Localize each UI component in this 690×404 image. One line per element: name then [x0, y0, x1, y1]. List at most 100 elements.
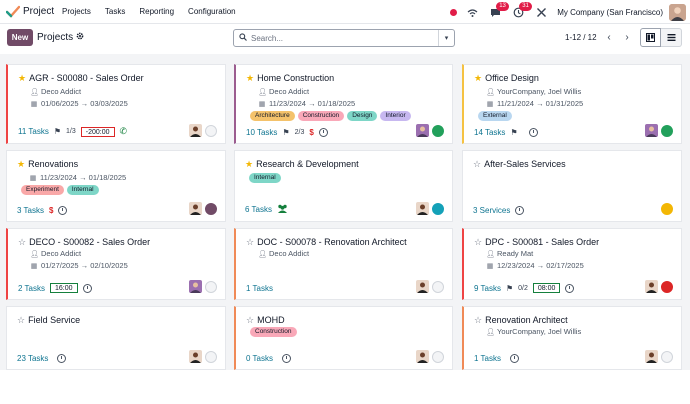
project-title: After-Sales Services — [484, 159, 566, 169]
activity-counter-badge: 31 — [519, 2, 532, 11]
company-switcher[interactable]: My Company (San Francisco) — [557, 8, 663, 17]
clock-icon[interactable] — [58, 206, 68, 215]
project-manager-avatar[interactable] — [189, 124, 202, 137]
favorite-star-icon[interactable]: ☆ — [17, 315, 25, 325]
project-manager-avatar[interactable] — [189, 350, 202, 363]
tasks-link[interactable]: 1 Tasks — [474, 354, 501, 363]
customer-icon: 👤︎ — [486, 250, 495, 258]
tasks-link[interactable]: 1 Tasks — [246, 284, 273, 293]
project-manager-avatar[interactable] — [645, 124, 658, 137]
tasks-link[interactable]: 9 Tasks — [474, 284, 501, 293]
favorite-star-icon[interactable]: ☆ — [474, 315, 482, 325]
favorite-star-icon[interactable]: ☆ — [474, 237, 482, 247]
project-status-indicator[interactable] — [205, 280, 217, 293]
project-card[interactable]: ★ Renovations ▦ 11/23/2024 → 01/18/2025 Ex… — [6, 150, 226, 222]
project-card[interactable]: ☆ DPC - S00081 - Sales Order 👤︎ Ready Mat … — [462, 228, 682, 300]
clock-icon[interactable] — [515, 206, 525, 215]
project-app-icon[interactable] — [6, 5, 20, 19]
project-card[interactable]: ☆ Renovation Architect 👤︎ YourCompany, Joe… — [462, 306, 682, 370]
dollar-icon[interactable]: $ — [309, 128, 313, 137]
clock-icon[interactable] — [82, 283, 92, 293]
favorite-star-icon[interactable]: ☆ — [246, 315, 254, 325]
voip-icon[interactable] — [465, 5, 479, 19]
search-icon — [239, 33, 247, 43]
user-avatar[interactable] — [669, 3, 686, 21]
tasks-link[interactable]: 3 Tasks — [17, 206, 44, 215]
menu-item-projects[interactable]: Projects — [62, 7, 91, 16]
favorite-star-icon[interactable]: ☆ — [246, 237, 254, 247]
tasks-link[interactable]: 14 Tasks — [474, 128, 505, 137]
favorite-star-icon[interactable]: ★ — [474, 73, 482, 83]
clock-icon[interactable] — [57, 354, 67, 363]
dollar-icon[interactable]: $ — [49, 206, 53, 215]
search-options-toggle[interactable]: ▾ — [438, 30, 454, 46]
tasks-link[interactable]: 11 Tasks — [18, 127, 49, 136]
project-status-indicator[interactable] — [661, 203, 673, 215]
menu-item-tasks[interactable]: Tasks — [105, 7, 125, 16]
project-status-indicator[interactable] — [661, 124, 673, 137]
customer-icon: 👤︎ — [258, 88, 267, 96]
clock-icon[interactable] — [528, 128, 538, 137]
project-manager-avatar[interactable] — [189, 202, 202, 215]
phone-icon[interactable]: ✆ — [120, 126, 128, 137]
project-manager-avatar[interactable] — [416, 124, 429, 137]
project-status-indicator[interactable] — [432, 124, 444, 137]
remaining-hours: 08:00 — [532, 283, 561, 293]
menu-item-reporting[interactable]: Reporting — [139, 7, 174, 16]
pager-value[interactable]: 1-12 / 12 — [565, 33, 597, 42]
tasks-link[interactable]: 23 Tasks — [17, 354, 48, 363]
project-status-indicator[interactable] — [432, 202, 444, 215]
favorite-star-icon[interactable]: ★ — [18, 73, 26, 83]
project-status-indicator[interactable] — [432, 280, 444, 293]
gear-icon[interactable] — [76, 32, 84, 43]
app-name[interactable]: Project — [23, 6, 54, 17]
favorite-star-icon[interactable]: ★ — [246, 73, 254, 83]
services-link[interactable]: 3 Services — [473, 206, 510, 215]
people-icon[interactable] — [277, 204, 288, 215]
clock-icon[interactable] — [281, 354, 291, 363]
project-card[interactable]: ☆ DECO - S00082 - Sales Order 👤︎ Deco Addi… — [6, 228, 226, 300]
tasks-link[interactable]: 2 Tasks — [18, 284, 45, 293]
list-view-button[interactable] — [661, 28, 682, 47]
project-manager-avatar[interactable] — [645, 280, 658, 293]
project-card[interactable]: ★ AGR - S00080 - Sales Order 👤︎ Deco Addic… — [6, 64, 226, 144]
project-status-indicator[interactable] — [205, 350, 217, 363]
tasks-link[interactable]: 10 Tasks — [246, 128, 277, 137]
project-manager-avatar[interactable] — [416, 202, 429, 215]
project-manager-avatar[interactable] — [416, 280, 429, 293]
project-status-indicator[interactable] — [205, 124, 217, 137]
project-manager-avatar[interactable] — [189, 280, 202, 293]
kanban-view-button[interactable] — [640, 28, 661, 47]
favorite-star-icon[interactable]: ★ — [17, 159, 25, 169]
project-card[interactable]: ★ Research & Development Internal 6 Tasks — [234, 150, 453, 222]
new-project-button[interactable]: New — [7, 29, 33, 46]
project-status-indicator[interactable] — [661, 280, 673, 293]
project-card[interactable]: ★ Office Design 👤︎ YourCompany, Joel Willi… — [462, 64, 682, 144]
project-status-indicator[interactable] — [661, 350, 673, 363]
clock-icon[interactable] — [509, 354, 519, 363]
recording-indicator-icon[interactable] — [450, 8, 458, 16]
project-card[interactable]: ☆ MOHD Construction 0 Tasks — [234, 306, 453, 370]
search-input[interactable] — [251, 33, 438, 43]
favorite-star-icon[interactable]: ☆ — [473, 159, 481, 169]
pager-next-button[interactable]: › — [620, 29, 634, 46]
tools-icon[interactable] — [534, 5, 548, 19]
activity-clock-icon[interactable]: 31 — [511, 2, 532, 19]
chat-icon[interactable]: 13 — [488, 2, 509, 19]
project-manager-avatar[interactable] — [645, 350, 658, 363]
project-card[interactable]: ★ Home Construction 👤︎ Deco Addict ▦ 11/23/… — [234, 64, 453, 144]
project-manager-avatar[interactable] — [416, 350, 429, 363]
favorite-star-icon[interactable]: ☆ — [18, 237, 26, 247]
project-status-indicator[interactable] — [205, 202, 217, 215]
tasks-link[interactable]: 6 Tasks — [245, 205, 272, 214]
clock-icon[interactable] — [565, 283, 575, 293]
tasks-link[interactable]: 0 Tasks — [246, 354, 273, 363]
menu-item-configuration[interactable]: Configuration — [188, 7, 236, 16]
project-card[interactable]: ☆ After-Sales Services 3 Services — [462, 150, 682, 222]
project-card[interactable]: ☆ Field Service 23 Tasks — [6, 306, 226, 370]
favorite-star-icon[interactable]: ★ — [245, 159, 253, 169]
project-card[interactable]: ☆ DOC - S00078 - Renovation Architect 👤︎ D… — [234, 228, 453, 300]
pager-previous-button[interactable]: ‹ — [602, 29, 616, 46]
clock-icon[interactable] — [318, 128, 328, 137]
project-status-indicator[interactable] — [432, 350, 444, 363]
